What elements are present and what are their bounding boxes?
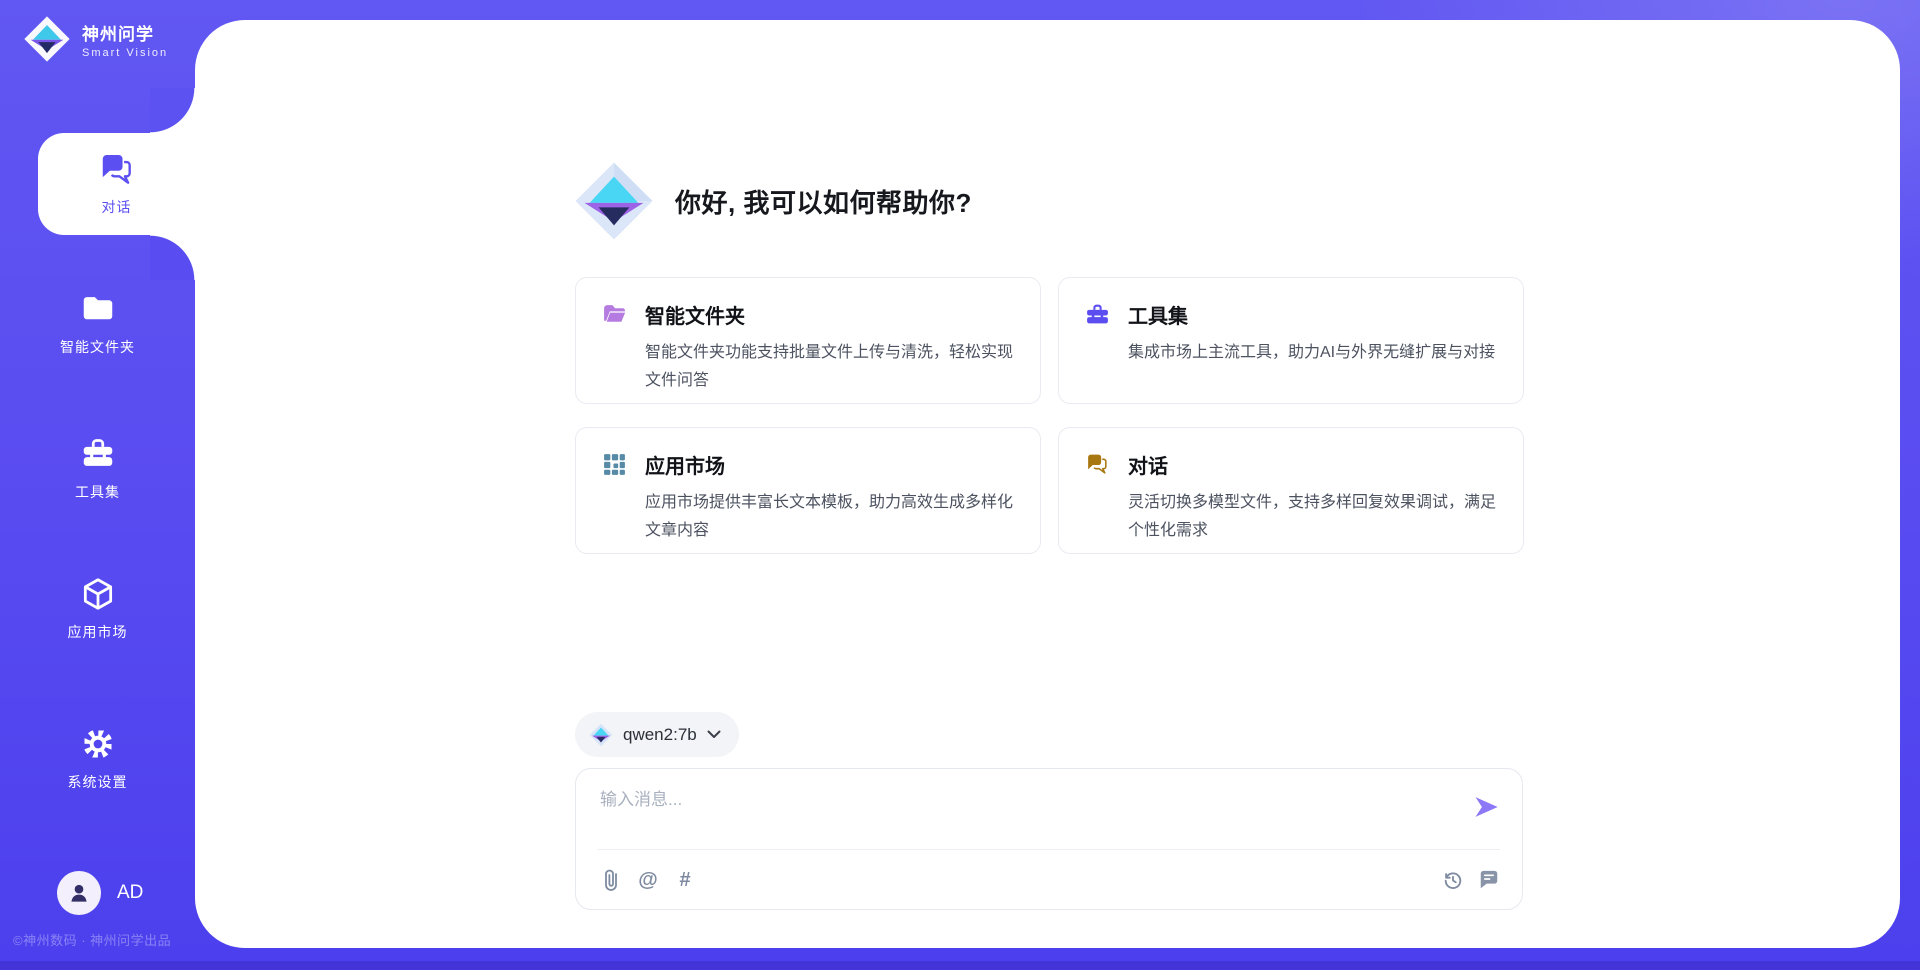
card-toolset[interactable]: 工具集 集成市场上主流工具，助力AI与外界无缝扩展与对接 [1058, 277, 1524, 404]
sidebar-item-settings[interactable]: 系统设置 [0, 716, 195, 800]
briefcase-icon [79, 435, 117, 473]
card-title: 对话 [1128, 450, 1168, 479]
sidebar-item-label: 系统设置 [68, 772, 128, 792]
sidebar-item-smart-folder[interactable]: 智能文件夹 [0, 281, 195, 365]
main-panel: 你好, 我可以如何帮助你? 智能文件夹 智能文件夹功能支持批量文件上传与清洗，轻… [195, 20, 1900, 948]
sidebar-item-app-market[interactable]: 应用市场 [0, 566, 195, 650]
message-input[interactable] [600, 785, 1440, 843]
briefcase-icon [1085, 302, 1110, 327]
chat-bubbles-icon [1085, 452, 1110, 477]
sidebar-item-label: 对话 [102, 197, 132, 217]
model-logo-icon [589, 723, 613, 747]
sidebar-item-label: 智能文件夹 [60, 337, 135, 357]
gear-icon [79, 725, 117, 763]
active-tab-curve-bottom [150, 235, 195, 280]
card-chat[interactable]: 对话 灵活切换多模型文件，支持多样回复效果调试，满足个性化需求 [1058, 427, 1524, 554]
folder-icon [79, 290, 117, 328]
history-icon[interactable] [1442, 867, 1464, 893]
model-selector[interactable]: qwen2:7b [575, 712, 739, 757]
message-composer: @ # [575, 768, 1523, 910]
app-logo-icon [22, 14, 72, 64]
sidebar-item-toolset[interactable]: 工具集 [0, 426, 195, 510]
chevron-down-icon [707, 730, 721, 739]
hashtag-icon[interactable]: # [674, 867, 696, 893]
mention-icon[interactable]: @ [637, 867, 659, 893]
card-app-market[interactable]: 应用市场 应用市场提供丰富长文本模板，助力高效生成多样化文章内容 [575, 427, 1041, 554]
card-title: 工具集 [1128, 300, 1188, 329]
card-description: 灵活切换多模型文件，支持多样回复效果调试，满足个性化需求 [1128, 489, 1508, 545]
feature-cards: 智能文件夹 智能文件夹功能支持批量文件上传与清洗，轻松实现文件问答 工具集 集成… [575, 277, 1524, 554]
user-initials: AD [117, 882, 143, 904]
sidebar-footer: ©神州数码 · 神州问学出品 [13, 930, 171, 949]
sidebar-item-chat[interactable]: 对话 [38, 133, 195, 235]
greeting-title: 你好, 我可以如何帮助你? [675, 183, 972, 220]
card-description: 应用市场提供丰富长文本模板，助力高效生成多样化文章内容 [645, 489, 1025, 545]
send-icon[interactable] [1472, 793, 1500, 821]
card-smart-folder[interactable]: 智能文件夹 智能文件夹功能支持批量文件上传与清洗，轻松实现文件问答 [575, 277, 1041, 404]
card-title: 智能文件夹 [645, 300, 745, 329]
bottom-bar [0, 961, 1920, 970]
model-name: qwen2:7b [623, 725, 697, 745]
cube-icon [79, 575, 117, 613]
sidebar: 神州问学 Smart Vision 对话 智能文件夹 [0, 0, 195, 970]
avatar[interactable] [57, 871, 101, 915]
app-brand: 神州问学 Smart Vision [22, 14, 168, 64]
user-account[interactable]: AD [57, 871, 143, 915]
app-subtitle: Smart Vision [82, 47, 168, 59]
active-tab-curve-top [150, 88, 195, 133]
composer-toolbar: @ # [600, 850, 1500, 910]
app-name: 神州问学 [82, 20, 168, 45]
apps-grid-icon [602, 452, 627, 477]
greeting-logo-icon [573, 160, 655, 242]
attach-file-icon[interactable] [600, 867, 622, 893]
sidebar-item-label: 应用市场 [68, 622, 128, 642]
card-description: 智能文件夹功能支持批量文件上传与清洗，轻松实现文件问答 [645, 339, 1025, 395]
sidebar-item-label: 工具集 [75, 482, 120, 502]
card-title: 应用市场 [645, 450, 725, 479]
folder-open-icon [602, 302, 627, 327]
greeting: 你好, 我可以如何帮助你? [573, 160, 972, 242]
message-icon[interactable] [1478, 867, 1500, 893]
card-description: 集成市场上主流工具，助力AI与外界无缝扩展与对接 [1128, 339, 1508, 367]
chat-bubbles-icon [98, 151, 136, 189]
